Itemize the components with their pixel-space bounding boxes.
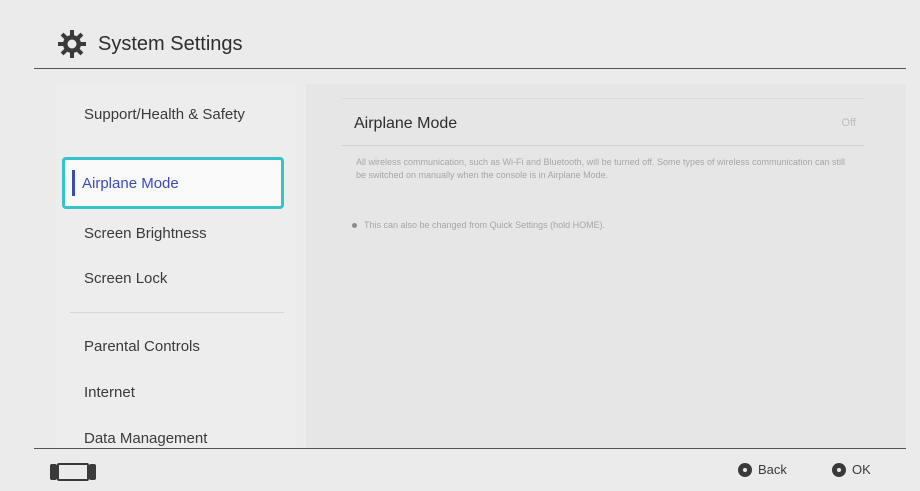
sidebar-item-screen-lock[interactable]: Screen Lock — [84, 270, 167, 287]
setting-value: Off — [841, 117, 856, 129]
settings-screen: System Settings Support/Health & Safety … — [0, 0, 920, 490]
footer: Back OK — [34, 448, 906, 491]
page-title: System Settings — [98, 33, 243, 55]
sidebar-item-internet[interactable]: Internet — [84, 384, 135, 401]
gear-icon — [58, 30, 86, 58]
sidebar-divider — [70, 312, 284, 313]
sidebar-item-data-management[interactable]: Data Management — [84, 430, 207, 447]
setting-description: All wireless communication, such as Wi-F… — [356, 157, 846, 180]
sidebar-item-label: Airplane Mode — [82, 175, 179, 192]
setting-note: This can also be changed from Quick Sett… — [352, 220, 852, 230]
back-label: Back — [758, 462, 787, 477]
ok-label: OK — [852, 462, 871, 477]
sidebar-item-support-health-safety[interactable]: Support/Health & Safety — [84, 106, 245, 123]
airplane-mode-setting[interactable]: Airplane Mode Off — [342, 98, 864, 146]
sidebar-item-screen-brightness[interactable]: Screen Brightness — [84, 225, 207, 242]
sidebar: Support/Health & Safety Screen Brightnes… — [56, 84, 296, 448]
header: System Settings — [34, 0, 906, 69]
b-button-icon — [738, 462, 752, 477]
controller-icon — [50, 463, 96, 481]
detail-panel: Airplane Mode Off All wireless communica… — [306, 84, 906, 448]
a-button-icon — [832, 462, 846, 477]
sidebar-item-parental-controls[interactable]: Parental Controls — [84, 338, 200, 355]
selection-indicator — [72, 170, 75, 196]
sidebar-item-airplane-mode[interactable]: Airplane Mode — [62, 157, 284, 209]
back-button[interactable]: Back — [738, 462, 787, 477]
setting-title: Airplane Mode — [354, 115, 458, 132]
ok-button[interactable]: OK — [832, 462, 871, 477]
bullet-icon — [352, 223, 357, 229]
setting-note-text: This can also be changed from Quick Sett… — [364, 220, 606, 230]
